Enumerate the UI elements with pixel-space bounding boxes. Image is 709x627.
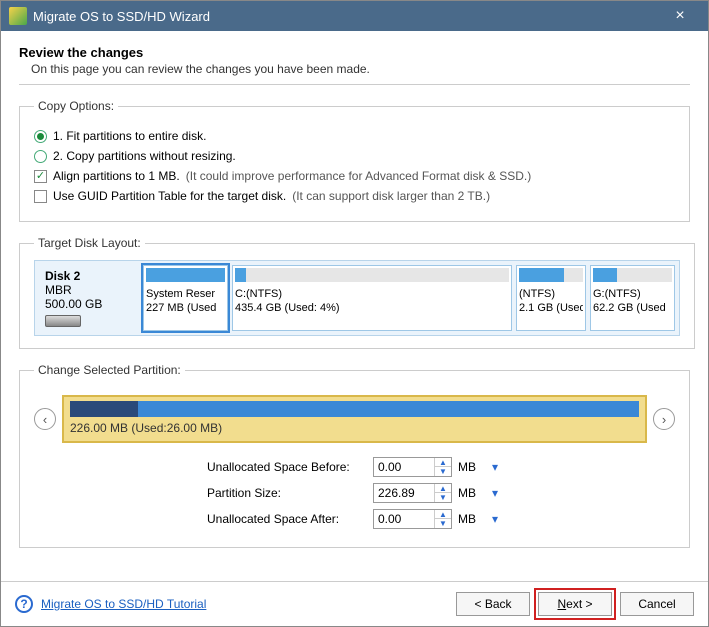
partition-size-label: Partition Size: — [207, 486, 367, 500]
radio-without-resize[interactable] — [34, 150, 47, 163]
spin-up-icon[interactable]: ▲ — [435, 458, 451, 467]
help-icon[interactable]: ? — [15, 595, 33, 613]
spin-up-icon[interactable]: ▲ — [435, 510, 451, 519]
space-after-input[interactable]: ▲▼ — [373, 509, 452, 529]
disk-type: MBR — [45, 283, 133, 297]
disk-info: Disk 2 MBR 500.00 GB — [39, 265, 139, 331]
back-button[interactable]: < Back — [456, 592, 530, 616]
checkbox-align[interactable]: ✓ — [34, 170, 47, 183]
spin-up-icon[interactable]: ▲ — [435, 484, 451, 493]
spin-down-icon[interactable]: ▼ — [435, 519, 451, 528]
close-icon[interactable]: × — [660, 7, 700, 25]
partition-slider[interactable]: 226.00 MB (Used:26.00 MB) — [62, 395, 647, 443]
disk-name: Disk 2 — [45, 269, 133, 283]
align-hint: (It could improve performance for Advanc… — [186, 169, 531, 183]
unit-dropdown-icon[interactable]: ▾ — [488, 460, 502, 474]
align-label[interactable]: Align partitions to 1 MB. — [53, 169, 180, 183]
copy-options-legend: Copy Options: — [34, 99, 118, 113]
partition-block[interactable]: System Reser227 MB (Used — [143, 265, 228, 331]
window-title: Migrate OS to SSD/HD Wizard — [33, 9, 660, 24]
hdd-icon — [45, 315, 81, 327]
next-button[interactable]: Next > — [538, 592, 612, 616]
partition-block[interactable]: C:(NTFS)435.4 GB (Used: 4%) — [232, 265, 512, 331]
space-before-input[interactable]: ▲▼ — [373, 457, 452, 477]
unit-label: MB — [458, 486, 482, 500]
partition-block[interactable]: G:(NTFS)62.2 GB (Used — [590, 265, 675, 331]
app-icon — [9, 7, 27, 25]
page-heading: Review the changes — [19, 45, 690, 60]
footer: ? Migrate OS to SSD/HD Tutorial < Back N… — [1, 581, 708, 626]
guid-hint: (It can support disk larger than 2 TB.) — [292, 189, 490, 203]
copy-options-group: Copy Options: 1. Fit partitions to entir… — [19, 99, 690, 222]
unit-label: MB — [458, 460, 482, 474]
radio-without-label[interactable]: 2. Copy partitions without resizing. — [53, 149, 236, 163]
change-partition-group: Change Selected Partition: ‹ 226.00 MB (… — [19, 363, 690, 548]
spin-down-icon[interactable]: ▼ — [435, 493, 451, 502]
target-disk-layout-group: Target Disk Layout: Disk 2 MBR 500.00 GB… — [19, 236, 695, 349]
unit-dropdown-icon[interactable]: ▾ — [488, 486, 502, 500]
space-before-label: Unallocated Space Before: — [207, 460, 367, 474]
unit-dropdown-icon[interactable]: ▾ — [488, 512, 502, 526]
disk-size: 500.00 GB — [45, 297, 133, 311]
prev-partition-button[interactable]: ‹ — [34, 408, 56, 430]
spin-down-icon[interactable]: ▼ — [435, 467, 451, 476]
slider-text: 226.00 MB (Used:26.00 MB) — [70, 421, 639, 435]
radio-fit-partitions[interactable] — [34, 130, 47, 143]
partition-block[interactable]: (NTFS)2.1 GB (Used: — [516, 265, 586, 331]
space-after-label: Unallocated Space After: — [207, 512, 367, 526]
next-partition-button[interactable]: › — [653, 408, 675, 430]
tutorial-link[interactable]: Migrate OS to SSD/HD Tutorial — [41, 597, 206, 611]
title-bar: Migrate OS to SSD/HD Wizard × — [1, 1, 708, 31]
change-partition-legend: Change Selected Partition: — [34, 363, 185, 377]
divider — [19, 84, 690, 85]
cancel-button[interactable]: Cancel — [620, 592, 694, 616]
target-disk-legend: Target Disk Layout: — [34, 236, 145, 250]
radio-fit-label[interactable]: 1. Fit partitions to entire disk. — [53, 129, 206, 143]
page-subheading: On this page you can review the changes … — [31, 62, 690, 76]
unit-label: MB — [458, 512, 482, 526]
guid-label[interactable]: Use GUID Partition Table for the target … — [53, 189, 286, 203]
partition-size-input[interactable]: ▲▼ — [373, 483, 452, 503]
checkbox-guid[interactable] — [34, 190, 47, 203]
